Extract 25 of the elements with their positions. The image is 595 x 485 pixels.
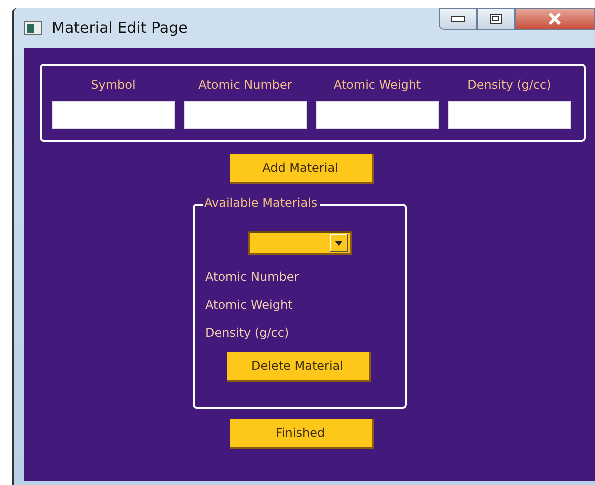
finished-button[interactable]: Finished (230, 419, 374, 449)
group-title: Available Materials (202, 196, 320, 210)
add-material-button[interactable]: Add Material (230, 154, 374, 184)
close-button[interactable] (515, 8, 595, 30)
field-label: Symbol (90, 78, 137, 92)
maximize-button[interactable] (477, 8, 515, 30)
close-icon (548, 13, 562, 25)
input-field[interactable] (448, 101, 571, 129)
input-field[interactable] (184, 101, 307, 129)
detail-label: Atomic Number (206, 270, 300, 284)
window-title: Material Edit Page (52, 19, 188, 37)
input-field[interactable] (316, 101, 439, 129)
field-label: Atomic Number (198, 78, 294, 92)
field-label: Density (g/cc) (466, 78, 552, 92)
material-dropdown[interactable] (248, 231, 352, 255)
input-field[interactable] (52, 101, 175, 129)
app-icon (24, 21, 42, 35)
minimize-icon (451, 16, 465, 22)
dropdown-arrow-icon (334, 240, 342, 246)
maximize-icon (490, 14, 502, 24)
delete-material-button[interactable]: Delete Material (226, 352, 370, 382)
detail-label: Density (g/cc) (206, 326, 290, 340)
detail-label: Atomic Weight (206, 298, 293, 312)
minimize-button[interactable] (439, 8, 477, 30)
field-label: Atomic Weight (332, 78, 422, 92)
